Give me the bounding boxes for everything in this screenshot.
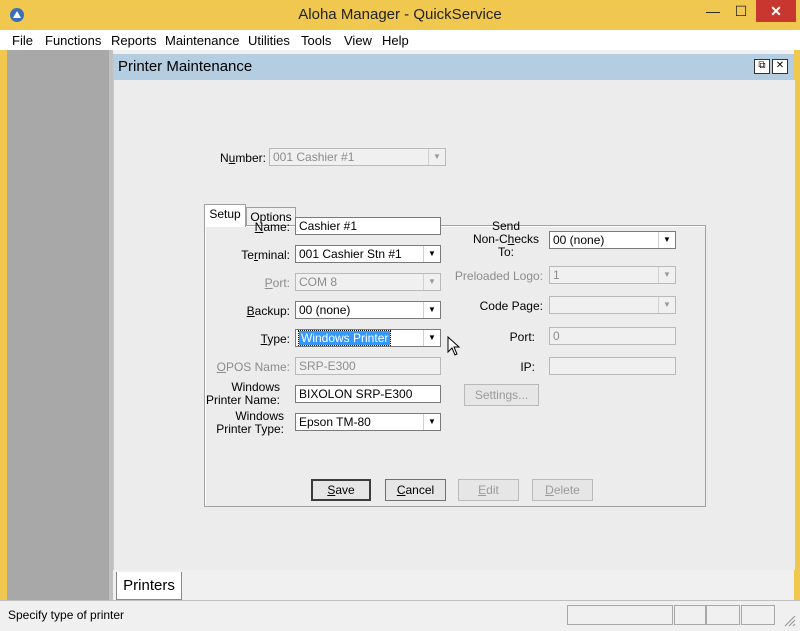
ip-field[interactable] bbox=[549, 357, 676, 375]
window-title-bar: Aloha Manager - QuickService — ☐ ✕ bbox=[0, 0, 800, 30]
terminal-label: Terminal: bbox=[241, 248, 290, 262]
backup-dropdown[interactable]: 00 (none) ▼ bbox=[295, 301, 441, 319]
status-panel-4 bbox=[741, 605, 775, 625]
menu-view[interactable]: View bbox=[344, 33, 372, 48]
windows-printer-name-field[interactable]: BIXOLON SRP-E300 bbox=[295, 385, 441, 403]
child-window-title: Printer Maintenance bbox=[118, 58, 253, 75]
type-dropdown[interactable]: Windows Printer ▼ bbox=[295, 329, 441, 347]
status-text: Specify type of printer bbox=[8, 608, 125, 622]
close-button[interactable]: ✕ bbox=[756, 0, 796, 22]
port-value: COM 8 bbox=[299, 275, 338, 289]
chevron-down-icon: ▼ bbox=[658, 232, 675, 248]
minimize-button[interactable]: — bbox=[700, 0, 726, 22]
type-value: Windows Printer bbox=[297, 330, 392, 346]
cancel-button[interactable]: Cancel bbox=[385, 479, 446, 501]
child-restore-button[interactable]: ⧉ bbox=[754, 59, 770, 74]
menu-maintenance[interactable]: Maintenance bbox=[165, 33, 239, 48]
send-non-checks-dropdown[interactable]: 00 (none) ▼ bbox=[549, 231, 676, 249]
number-value: 001 Cashier #1 bbox=[273, 150, 355, 164]
windows-printer-type-label: Windows Printer Type: bbox=[216, 409, 284, 436]
child-close-button[interactable]: ✕ bbox=[772, 59, 788, 74]
status-panel-3 bbox=[706, 605, 740, 625]
terminal-value: 001 Cashier Stn #1 bbox=[299, 247, 402, 261]
chevron-down-icon: ▼ bbox=[423, 330, 440, 346]
chevron-down-icon: ▼ bbox=[423, 274, 440, 290]
printers-tab[interactable]: Printers bbox=[116, 572, 182, 600]
menu-reports[interactable]: Reports bbox=[111, 33, 157, 48]
tab-setup[interactable]: Setup bbox=[204, 204, 246, 227]
menu-tools[interactable]: Tools bbox=[301, 33, 331, 48]
chevron-down-icon: ▼ bbox=[423, 302, 440, 318]
chevron-down-icon: ▼ bbox=[423, 246, 440, 262]
code-page-dropdown[interactable]: ▼ bbox=[549, 296, 676, 314]
windows-printer-name-label: Windows Printer Name: bbox=[205, 380, 280, 407]
menu-functions[interactable]: Functions bbox=[45, 33, 101, 48]
chevron-down-icon: ▼ bbox=[423, 414, 440, 430]
status-panel-2 bbox=[674, 605, 706, 625]
ip-label: IP: bbox=[520, 360, 535, 374]
type-label: Type: bbox=[260, 332, 290, 346]
windows-printer-type-value: Epson TM-80 bbox=[299, 415, 371, 429]
code-page-label: Code Page: bbox=[479, 299, 543, 313]
preloaded-logo-value: 1 bbox=[553, 268, 560, 282]
printer-maintenance-title-bar: Printer Maintenance ⧉ ✕ bbox=[113, 54, 794, 81]
printer-maintenance-body: Number: 001 Cashier #1 ▼ Setup Options N… bbox=[113, 80, 795, 570]
chevron-down-icon: ▼ bbox=[658, 267, 675, 283]
send-non-checks-value: 00 (none) bbox=[553, 233, 605, 247]
maximize-button[interactable]: ☐ bbox=[728, 0, 754, 22]
edit-button[interactable]: Edit bbox=[458, 479, 519, 501]
mouse-pointer-icon bbox=[447, 336, 461, 356]
terminal-dropdown[interactable]: 001 Cashier Stn #1 ▼ bbox=[295, 245, 441, 263]
chevron-down-icon: ▼ bbox=[428, 149, 445, 165]
backup-value: 00 (none) bbox=[299, 303, 351, 317]
opos-name-label: OPOS Name: bbox=[216, 360, 290, 374]
port-dropdown[interactable]: COM 8 ▼ bbox=[295, 273, 441, 291]
settings-button[interactable]: Settings... bbox=[464, 384, 539, 406]
preloaded-logo-label: Preloaded Logo: bbox=[454, 269, 543, 283]
net-port-field[interactable]: 0 bbox=[549, 327, 676, 345]
port-label: Port: bbox=[264, 276, 290, 290]
number-dropdown[interactable]: 001 Cashier #1 ▼ bbox=[269, 148, 446, 166]
menu-utilities[interactable]: Utilities bbox=[248, 33, 290, 48]
send-non-checks-label: Send Non-Checks To: bbox=[472, 219, 540, 259]
mdi-client-area: Printer Maintenance ⧉ ✕ Number: 001 Cash… bbox=[113, 50, 795, 600]
name-field[interactable]: Cashier #1 bbox=[295, 217, 441, 235]
save-button[interactable]: Save bbox=[311, 479, 371, 501]
resize-grip-icon[interactable] bbox=[782, 613, 796, 627]
delete-button[interactable]: Delete bbox=[532, 479, 593, 501]
menu-file[interactable]: File bbox=[12, 33, 33, 48]
chevron-down-icon: ▼ bbox=[658, 297, 675, 313]
menu-bar: File Functions Reports Maintenance Utili… bbox=[0, 30, 800, 50]
menu-help[interactable]: Help bbox=[382, 33, 409, 48]
number-label: Number: bbox=[219, 151, 266, 165]
backup-label: Backup: bbox=[246, 304, 290, 318]
preloaded-logo-dropdown[interactable]: 1 ▼ bbox=[549, 266, 676, 284]
left-pane bbox=[7, 50, 109, 600]
status-panel-1 bbox=[567, 605, 673, 625]
windows-printer-type-dropdown[interactable]: Epson TM-80 ▼ bbox=[295, 413, 441, 431]
opos-name-field[interactable]: SRP-E300 bbox=[295, 357, 441, 375]
status-bar: Specify type of printer bbox=[0, 600, 800, 631]
window-title: Aloha Manager - QuickService bbox=[298, 6, 502, 23]
